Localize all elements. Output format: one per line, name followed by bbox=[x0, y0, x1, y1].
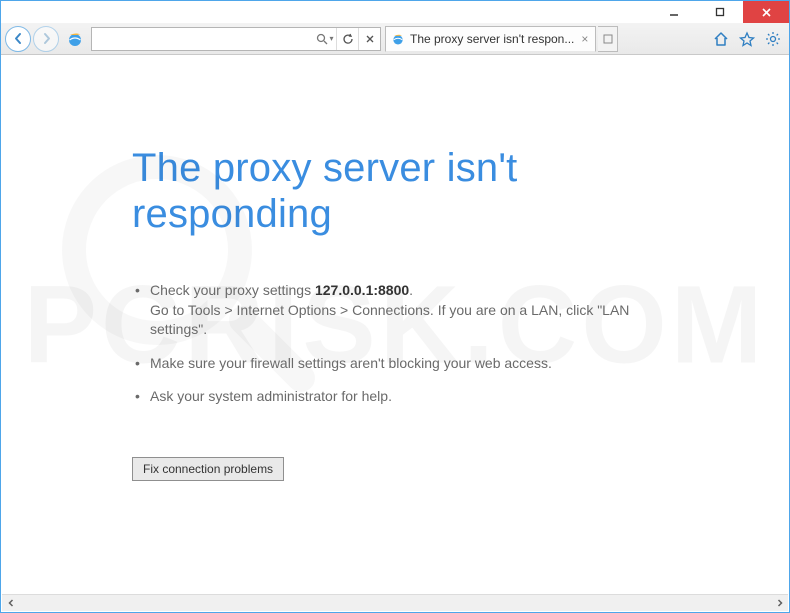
stop-icon[interactable] bbox=[358, 28, 380, 50]
scroll-left-button[interactable] bbox=[2, 595, 19, 611]
error-heading: The proxy server isn't responding bbox=[132, 145, 672, 237]
scroll-track[interactable] bbox=[19, 595, 771, 611]
bullet1-prefix: Check your proxy settings bbox=[150, 282, 315, 298]
search-icon[interactable]: ▾ bbox=[314, 28, 336, 50]
window-titlebar bbox=[1, 1, 789, 23]
tab-close-button[interactable]: × bbox=[578, 32, 591, 46]
forward-button[interactable] bbox=[33, 26, 59, 52]
page-content: PCRISK.COM The proxy server isn't respon… bbox=[2, 55, 788, 594]
browser-toolbar: ▾ The proxy server isn't respon... × bbox=[1, 23, 789, 55]
bullet-admin: Ask your system administrator for help. bbox=[132, 387, 672, 407]
tab-title: The proxy server isn't respon... bbox=[410, 32, 574, 46]
refresh-icon[interactable] bbox=[336, 28, 358, 50]
scroll-right-button[interactable] bbox=[771, 595, 788, 611]
bullet1-line2: Go to Tools > Internet Options > Connect… bbox=[150, 302, 629, 338]
close-button[interactable] bbox=[743, 1, 789, 23]
new-tab-button[interactable] bbox=[598, 26, 618, 52]
maximize-button[interactable] bbox=[697, 1, 743, 23]
error-bullets: Check your proxy settings 127.0.0.1:8800… bbox=[132, 281, 672, 407]
proxy-address: 127.0.0.1:8800 bbox=[315, 282, 409, 298]
back-button[interactable] bbox=[5, 26, 31, 52]
ie-favicon-icon bbox=[390, 31, 406, 47]
browser-tab[interactable]: The proxy server isn't respon... × bbox=[385, 26, 596, 52]
bullet1-suffix: . bbox=[409, 282, 413, 298]
horizontal-scrollbar[interactable] bbox=[2, 594, 788, 611]
settings-icon[interactable] bbox=[761, 27, 785, 51]
address-bar[interactable]: ▾ bbox=[91, 27, 381, 51]
favorites-icon[interactable] bbox=[735, 27, 759, 51]
bullet-check-proxy: Check your proxy settings 127.0.0.1:8800… bbox=[132, 281, 672, 340]
bullet-firewall: Make sure your firewall settings aren't … bbox=[132, 354, 672, 374]
home-icon[interactable] bbox=[709, 27, 733, 51]
ie-logo-icon bbox=[64, 28, 86, 50]
minimize-button[interactable] bbox=[651, 1, 697, 23]
url-input[interactable] bbox=[92, 28, 314, 50]
fix-connection-button[interactable]: Fix connection problems bbox=[132, 457, 284, 481]
